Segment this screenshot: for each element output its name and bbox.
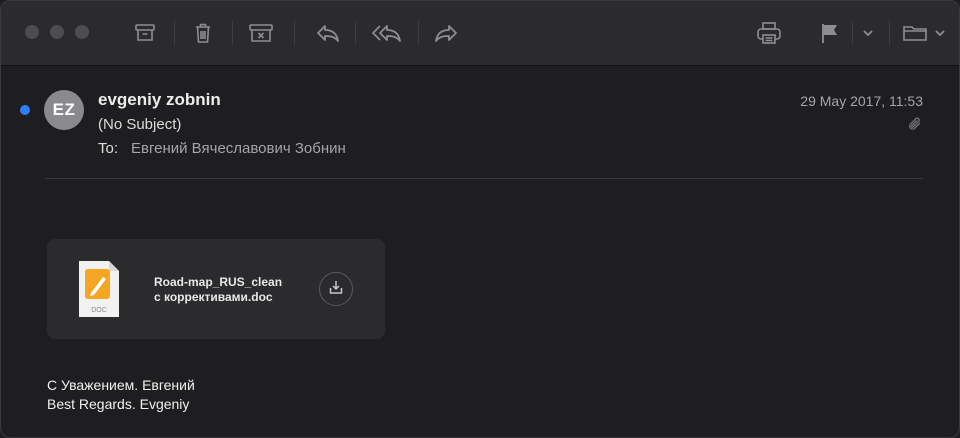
zoom-window-button[interactable] [75, 25, 89, 39]
toolbar-separator [174, 21, 175, 45]
toolbar [1, 1, 959, 66]
attachment-name: Road-map_RUS_clean с коррективами.doc [154, 275, 282, 305]
reply-icon [315, 23, 341, 43]
body-text-line: С Уважением. Евгений [47, 377, 195, 393]
header-divider [45, 178, 923, 179]
avatar: EZ [44, 90, 84, 130]
forward-icon [433, 23, 459, 43]
minimize-window-button[interactable] [50, 25, 64, 39]
reply-button[interactable] [314, 19, 342, 47]
mail-window: EZ evgeniy zobnin (No Subject) To: Евген… [0, 0, 960, 438]
toolbar-separator [355, 21, 356, 45]
attachment-card[interactable]: DOC Road-map_RUS_clean с коррективами.do… [47, 239, 385, 339]
toolbar-separator [852, 21, 853, 45]
folder-icon [902, 23, 928, 43]
print-icon [756, 21, 782, 45]
forward-button[interactable] [432, 19, 460, 47]
reply-all-button[interactable] [370, 19, 404, 47]
reply-all-icon [371, 23, 403, 43]
junk-icon [248, 23, 274, 43]
sender-name[interactable]: evgeniy zobnin [98, 90, 221, 110]
flag-icon [820, 22, 840, 44]
flag-button[interactable] [817, 19, 843, 47]
paperclip-icon [907, 116, 923, 137]
download-button[interactable] [319, 272, 353, 306]
chevron-down-icon [934, 29, 946, 37]
delete-button[interactable] [189, 19, 217, 47]
download-icon [328, 279, 344, 300]
archive-button[interactable] [131, 19, 159, 47]
chevron-down-icon [862, 29, 874, 37]
toolbar-separator [418, 21, 419, 45]
toolbar-separator [232, 21, 233, 45]
unread-indicator [20, 105, 30, 115]
archive-icon [134, 23, 156, 43]
print-button[interactable] [754, 19, 784, 47]
trash-icon [193, 22, 213, 44]
recipient-label: To: [98, 140, 119, 157]
junk-button[interactable] [246, 19, 276, 47]
toolbar-separator [294, 21, 295, 45]
file-type-label: DOC [91, 307, 107, 314]
recipient-name[interactable]: Евгений Вячеславович Зобнин [131, 140, 346, 157]
attachment-name-line1: Road-map_RUS_clean [154, 275, 283, 289]
close-window-button[interactable] [25, 25, 39, 39]
move-to-folder-button[interactable] [901, 19, 947, 47]
message-date: 29 May 2017, 11:53 [800, 93, 923, 109]
flag-menu-button[interactable] [859, 19, 877, 47]
avatar-initials: EZ [52, 100, 76, 119]
message-subject: (No Subject) [98, 116, 182, 133]
doc-file-icon: DOC [77, 259, 121, 324]
body-text-line: Best Regards. Evgeniy [47, 396, 190, 412]
toolbar-separator [889, 21, 890, 45]
attachment-name-line2: с коррективами.doc [154, 290, 273, 304]
